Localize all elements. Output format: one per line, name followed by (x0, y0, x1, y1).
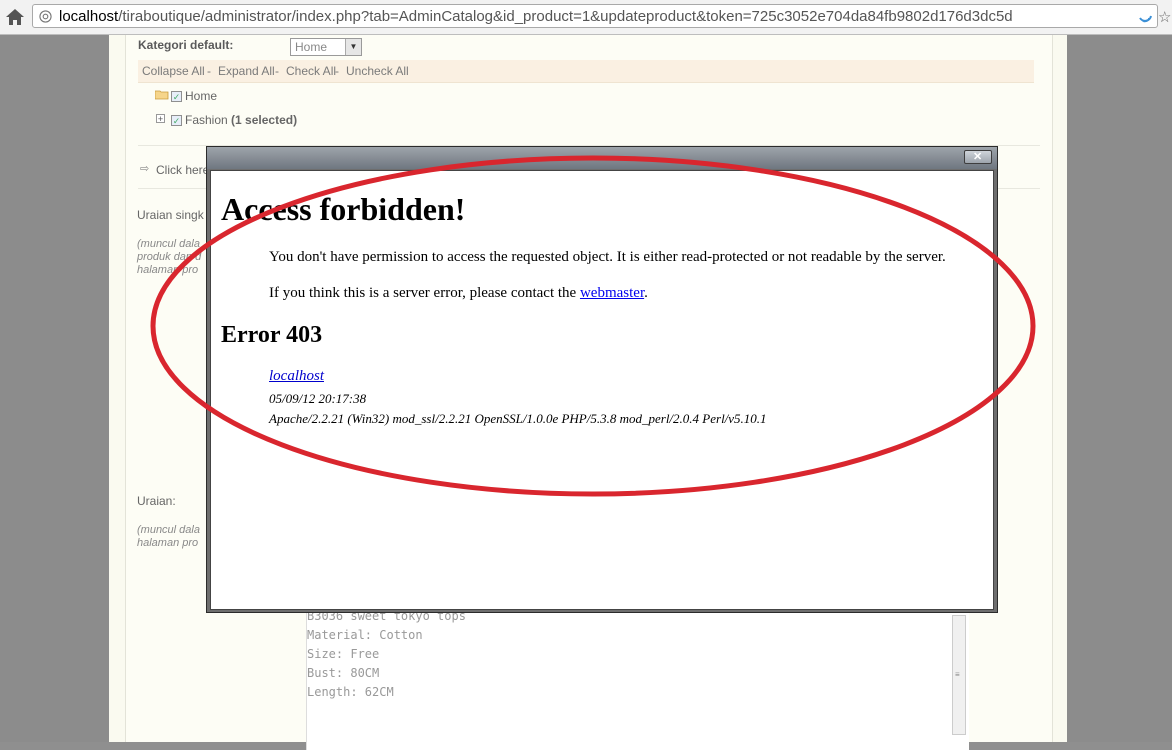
short-description-label: Uraian singk (137, 208, 204, 222)
webmaster-link[interactable]: webmaster (580, 285, 644, 301)
dialog-titlebar[interactable]: ✕ (207, 147, 997, 169)
url-text: localhost/tiraboutique/administrator/ind… (59, 8, 1013, 25)
note-line: halaman pro (137, 537, 199, 549)
close-icon: ✕ (973, 151, 983, 163)
click-here-link[interactable]: Click here (156, 163, 209, 177)
collapse-all-link[interactable]: Collapse All (142, 64, 205, 78)
tree-item-fashion-label: Fashion (185, 113, 228, 127)
expand-icon[interactable]: + (156, 114, 165, 124)
iframe-dialog: ✕ Access forbidden! You don't have permi… (206, 146, 998, 613)
error-title: Access forbidden! (221, 191, 466, 227)
kategori-select-value: Home (295, 40, 328, 54)
selected-count: (1 selected) (231, 113, 298, 127)
description-textarea[interactable]: B3036 sweet tokyo tops Material: Cotton … (306, 609, 969, 750)
short-description-note: (muncul dala produk dan d halaman pro (137, 238, 201, 277)
textarea-line: Size: Free (307, 647, 380, 661)
note-line: (muncul dala (137, 524, 200, 536)
tree-separator: - (335, 64, 339, 78)
textarea-line: Bust: 80CM (307, 666, 380, 680)
description-note: (muncul dala halaman pro (137, 524, 200, 550)
kategori-label: Kategori default: (138, 38, 234, 52)
globe-icon (39, 10, 52, 23)
error-code: Error 403 (221, 322, 323, 348)
home-checkbox[interactable]: ✓ (171, 91, 182, 102)
textarea-scrollbar[interactable]: ≡ (952, 615, 966, 735)
error-message: You don't have permission to access the … (269, 249, 946, 265)
close-button[interactable]: ✕ (964, 150, 992, 164)
server-host-link[interactable]: localhost (269, 368, 324, 385)
textarea-line: Material: Cotton (307, 628, 423, 642)
contact-suffix: . (644, 285, 648, 301)
home-icon[interactable] (5, 7, 25, 27)
page-margin-left (0, 35, 109, 742)
uncheck-all-link[interactable]: Uncheck All (346, 64, 409, 78)
error-contact: If you think this is a server error, ple… (269, 285, 648, 302)
browser-toolbar: localhost/tiraboutique/administrator/ind… (0, 0, 1172, 35)
folder-open-icon (155, 90, 169, 100)
url-path: /tiraboutique/administrator/index.php?ta… (118, 8, 1013, 25)
extension-icon[interactable] (1137, 9, 1153, 25)
note-line: (muncul dala (137, 238, 200, 250)
description-label: Uraian: (137, 494, 176, 508)
expand-all-link[interactable]: Expand All (218, 64, 275, 78)
page-margin-right (1067, 35, 1172, 742)
address-bar[interactable]: localhost/tiraboutique/administrator/ind… (32, 4, 1158, 28)
tree-item-fashion[interactable]: Fashion (1 selected) (185, 113, 297, 127)
chevron-down-icon: ▼ (345, 39, 361, 55)
category-tree-toolbar: Collapse All - Expand All - Check All - … (138, 60, 1034, 83)
server-signature: Apache/2.2.21 (Win32) mod_ssl/2.2.21 Ope… (269, 411, 767, 426)
note-line: produk dan d (137, 251, 202, 263)
check-all-link[interactable]: Check All (286, 64, 336, 78)
arrow-right-icon: ⇨ (140, 163, 150, 175)
scroll-grip-icon: ≡ (955, 670, 960, 679)
textarea-line: Length: 62CM (307, 685, 394, 699)
error-timestamp: 05/09/12 20:17:38 (269, 391, 367, 406)
tree-separator: - (207, 64, 211, 78)
contact-text: If you think this is a server error, ple… (269, 285, 580, 301)
kategori-select[interactable]: Home ▼ (290, 38, 362, 56)
url-host: localhost (59, 8, 119, 25)
tree-item-home[interactable]: Home (185, 89, 217, 103)
tree-separator: - (275, 64, 279, 78)
bookmark-star-icon[interactable]: ☆ (1158, 8, 1171, 26)
note-line: halaman pro (137, 264, 199, 276)
fashion-checkbox[interactable]: ✓ (171, 115, 182, 126)
error-page-frame: Access forbidden! You don't have permiss… (210, 170, 994, 610)
